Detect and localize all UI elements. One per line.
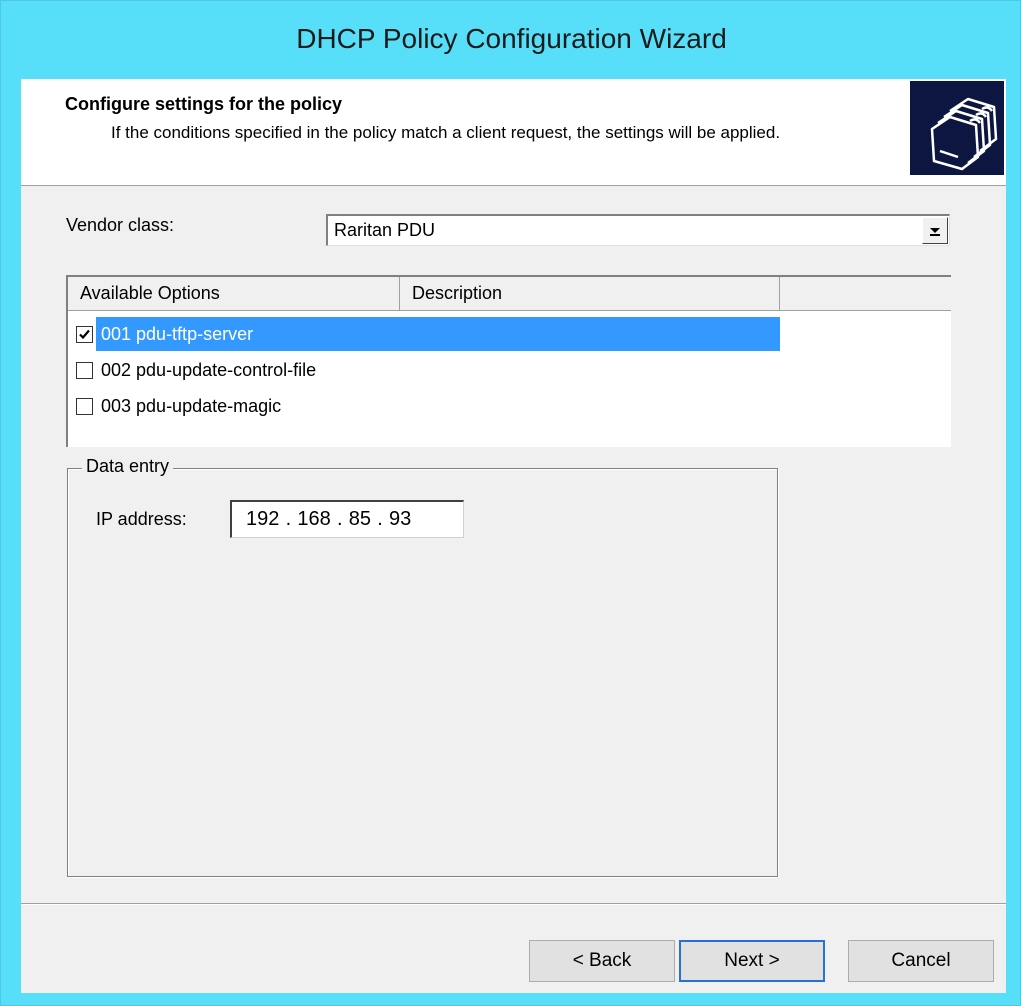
option-checkbox[interactable]: [76, 397, 93, 415]
ip-address-label: IP address:: [96, 509, 187, 529]
next-button[interactable]: Next >: [679, 940, 825, 982]
column-header-available-options[interactable]: Available Options: [68, 277, 400, 310]
ip-separator: .: [285, 508, 292, 530]
footer-divider: [21, 903, 1006, 905]
vendor-class-value: Raritan PDU: [334, 220, 436, 240]
ip-separator: .: [336, 508, 343, 530]
dropdown-button[interactable]: [922, 217, 948, 244]
folders-icon: [910, 81, 1004, 175]
data-entry-legend: Data entry: [82, 456, 174, 477]
option-checkbox[interactable]: [76, 361, 93, 379]
ip-octet-2[interactable]: 168: [297, 508, 330, 531]
wizard-client-area: Configure settings for the policy If the…: [21, 79, 1006, 993]
ip-address-field[interactable]: 192 . 168 . 85 . 93: [230, 500, 464, 538]
vendor-class-label: Vendor class:: [66, 215, 175, 235]
options-list[interactable]: Available Options Description 001 pdu-tf…: [66, 275, 951, 447]
wizard-header: Configure settings for the policy If the…: [21, 79, 1006, 186]
title-bar[interactable]: DHCP Policy Configuration Wizard: [1, 1, 1021, 79]
option-label: 002 pdu-update-control-file: [101, 359, 317, 380]
cancel-button[interactable]: Cancel: [848, 940, 994, 982]
ip-separator: .: [377, 508, 383, 530]
page-description: If the conditions specified in the polic…: [111, 123, 781, 142]
list-item[interactable]: 001 pdu-tftp-server: [76, 317, 258, 351]
option-label: 003 pdu-update-magic: [101, 395, 282, 416]
window-title: DHCP Policy Configuration Wizard: [296, 23, 727, 54]
wizard-window: DHCP Policy Configuration Wizard Configu…: [0, 0, 1021, 1006]
ip-octet-1[interactable]: 192: [246, 508, 279, 531]
back-button[interactable]: < Back: [529, 940, 675, 982]
checkmark-icon: [79, 329, 90, 339]
option-checkbox[interactable]: [76, 325, 93, 343]
option-label: 001 pdu-tftp-server: [99, 323, 258, 345]
ip-octet-3[interactable]: 85: [349, 508, 371, 531]
page-title: Configure settings for the policy: [65, 94, 343, 114]
column-header-description[interactable]: Description: [400, 277, 780, 310]
chevron-down-icon: [930, 227, 940, 236]
list-item[interactable]: 003 pdu-update-magic: [76, 389, 285, 423]
list-item[interactable]: 002 pdu-update-control-file: [76, 353, 320, 387]
list-header: Available Options Description: [68, 277, 951, 311]
vendor-class-dropdown[interactable]: Raritan PDU: [326, 214, 950, 246]
ip-octet-4[interactable]: 93: [389, 508, 411, 531]
